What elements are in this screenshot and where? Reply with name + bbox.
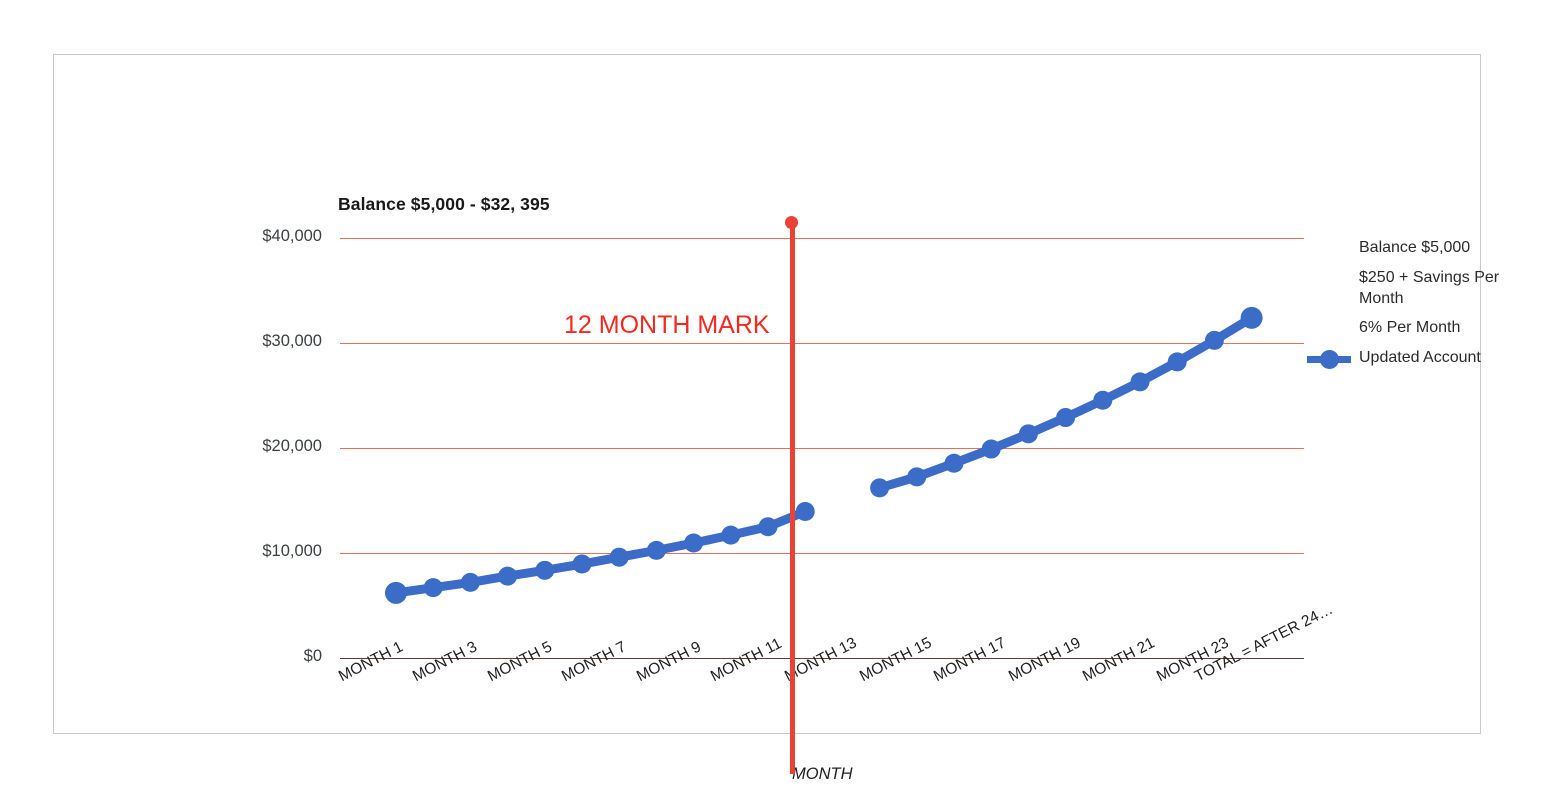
- chart-frame[interactable]: Balance $5,000 - $32, 395 $0 $10,000 $20,0…: [53, 54, 1499, 783]
- data-point-marker[interactable]: [907, 467, 927, 487]
- y-tick-label: $0: [303, 647, 322, 665]
- series-line-segment: [391, 507, 810, 598]
- data-point-marker[interactable]: [1056, 408, 1076, 428]
- data-point-marker[interactable]: [1130, 372, 1150, 392]
- legend-entry[interactable]: Updated Account: [1307, 348, 1534, 369]
- data-point-marker[interactable]: [385, 581, 407, 604]
- chart-title: Balance $5,000 - $32, 395: [338, 194, 550, 214]
- data-point-marker[interactable]: [535, 560, 555, 580]
- data-point-marker[interactable]: [646, 540, 666, 560]
- annotation-vertical-line: [790, 226, 795, 774]
- y-tick-label: $20,000: [262, 437, 322, 455]
- y-tick-label: $40,000: [262, 227, 322, 245]
- y-tick-label: $10,000: [262, 542, 322, 560]
- data-point-marker[interactable]: [795, 502, 815, 522]
- data-point-marker[interactable]: [1093, 390, 1113, 410]
- data-point-marker[interactable]: [1240, 306, 1263, 329]
- legend-label: 6% Per Month: [1359, 319, 1461, 337]
- data-point-marker[interactable]: [498, 566, 518, 586]
- legend-line-marker-icon: [1307, 349, 1359, 369]
- chart-canvas: Balance $5,000 - $32, 395 $0 $10,000 $20,0…: [0, 0, 1548, 794]
- y-tick-label: $30,000: [262, 332, 322, 350]
- data-point-marker[interactable]: [460, 572, 480, 592]
- data-point-marker[interactable]: [944, 453, 964, 473]
- data-point-marker[interactable]: [423, 578, 443, 598]
- legend-label: Updated Account: [1359, 349, 1481, 367]
- data-point-marker[interactable]: [758, 517, 778, 537]
- legend-entry[interactable]: 6% Per Month: [1359, 318, 1534, 339]
- legend-entry[interactable]: $250 + Savings Per Month: [1359, 268, 1534, 310]
- chart-legend: Balance $5,000 $250 + Savings Per Month 6%…: [1307, 238, 1534, 378]
- annotation-label-12-month-mark: 12 MONTH MARK: [564, 311, 770, 339]
- data-point-marker[interactable]: [1167, 352, 1187, 372]
- series-line-segment: [875, 313, 1257, 493]
- data-point-marker[interactable]: [981, 439, 1001, 459]
- legend-label: $250 + Savings Per Month: [1359, 268, 1500, 307]
- data-point-marker[interactable]: [721, 525, 741, 545]
- data-point-marker[interactable]: [572, 554, 592, 574]
- data-point-marker[interactable]: [870, 478, 890, 498]
- data-point-marker[interactable]: [609, 547, 629, 567]
- legend-dot-icon: [1320, 349, 1339, 369]
- x-axis-title: MONTH: [792, 765, 853, 783]
- plot-area: [340, 238, 1304, 659]
- legend-entry[interactable]: Balance $5,000: [1359, 238, 1534, 259]
- data-point-marker[interactable]: [1204, 330, 1224, 350]
- series-updated-account: [385, 306, 1263, 604]
- legend-label: Balance $5,000: [1359, 239, 1471, 256]
- data-point-marker[interactable]: [1018, 424, 1038, 444]
- data-point-marker[interactable]: [684, 533, 704, 553]
